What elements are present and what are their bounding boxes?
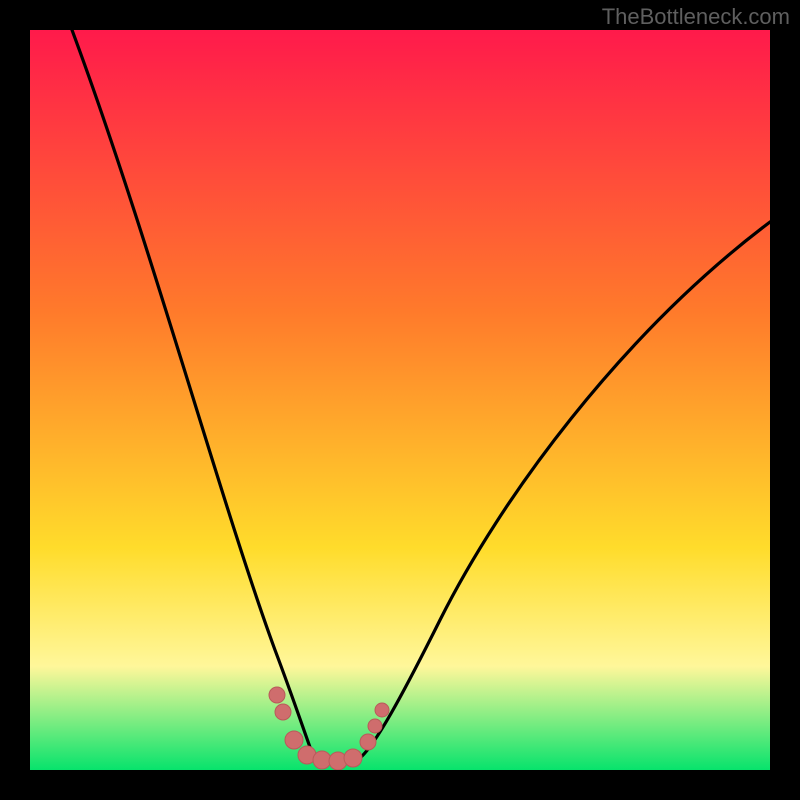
marker-dot [269, 687, 285, 703]
watermark-text: TheBottleneck.com [602, 4, 790, 30]
chart-svg [30, 30, 770, 770]
marker-dot [344, 749, 362, 767]
marker-dot [368, 719, 382, 733]
plot-area [30, 30, 770, 770]
gradient-background [30, 30, 770, 770]
outer-frame: TheBottleneck.com [0, 0, 800, 800]
marker-dot [375, 703, 389, 717]
marker-dot [285, 731, 303, 749]
marker-dot [313, 751, 331, 769]
marker-dot [360, 734, 376, 750]
marker-dot [275, 704, 291, 720]
